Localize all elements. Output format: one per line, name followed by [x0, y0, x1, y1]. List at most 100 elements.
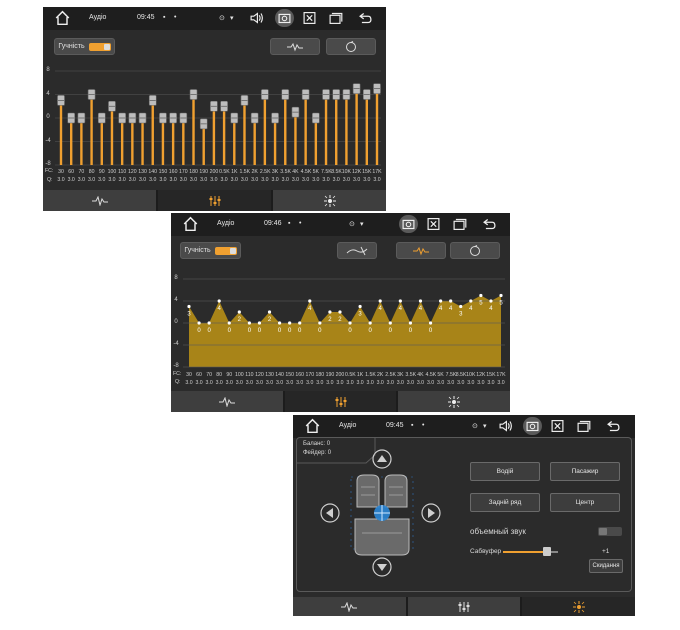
- eq-area-chart[interactable]: 30 04020 020 0 0402 20304040404 434545: [171, 273, 510, 373]
- preset-curve-button[interactable]: [270, 38, 320, 55]
- eq-curve-screen: Аудіо 09:46 ▪ • ⊙ ▾ Гучність 30040200200…: [171, 213, 510, 412]
- bottom-tabs: [171, 391, 510, 412]
- eq-curve-point: [197, 321, 201, 325]
- tab-equalizer-sliders[interactable]: [158, 190, 271, 211]
- eq-band-bar: [161, 118, 165, 165]
- eq-curve-point: [267, 310, 272, 314]
- eq-band-bar: [131, 118, 134, 165]
- eq-curve-point: [459, 304, 463, 309]
- back-icon[interactable]: [480, 215, 499, 233]
- band-frequency-label: 5K: [312, 169, 319, 175]
- volume-icon[interactable]: [247, 9, 266, 27]
- band-frequency-label: 30: [58, 169, 64, 175]
- eq-band-bar: [110, 106, 114, 165]
- close-app-icon[interactable]: [300, 9, 319, 27]
- reset-eq-button[interactable]: [326, 38, 376, 55]
- wifi-icon: ▾: [230, 15, 234, 22]
- band-frequency-label: 2K: [377, 372, 384, 378]
- subwoofer-handle[interactable]: [543, 547, 551, 556]
- tab-equalizer-curve[interactable]: [171, 391, 283, 412]
- band-q-label: 3.0: [426, 380, 435, 386]
- band-q-label: 3.0: [356, 380, 364, 386]
- surround-toggle[interactable]: [598, 527, 622, 536]
- band-frequency-label: 130: [138, 169, 147, 175]
- recent-apps-icon[interactable]: [574, 417, 593, 435]
- rear-row-button[interactable]: Задній ряд: [470, 493, 540, 512]
- band-frequency-label: 3.5K: [405, 372, 417, 378]
- home-icon[interactable]: [303, 417, 322, 435]
- band-frequency-label: 15K: [486, 372, 496, 378]
- band-q-label: 3.0: [322, 177, 330, 183]
- loudness-toggle[interactable]: Гучність: [180, 242, 241, 259]
- band-q-label: 3.0: [346, 380, 354, 386]
- waveform-icon: [341, 601, 358, 612]
- eq-curve-point: [479, 293, 483, 298]
- tab-balance[interactable]: [398, 391, 510, 412]
- eq-band-bar: [273, 118, 277, 165]
- tab-equalizer-sliders[interactable]: [284, 391, 397, 412]
- band-q-label: 3.0: [363, 177, 371, 183]
- preset-curve-button[interactable]: [396, 242, 446, 259]
- eq-band-bar: [335, 94, 338, 165]
- band-frequency-label: 4.5K: [300, 169, 312, 175]
- band-frequency-label: 8.5K: [331, 169, 342, 175]
- eq-band-bar: [284, 94, 287, 165]
- curve-mode-button[interactable]: [337, 242, 377, 259]
- close-app-icon[interactable]: [424, 215, 443, 233]
- eq-band-bar: [294, 112, 297, 165]
- dot-icon: •: [422, 422, 425, 429]
- y-tick-label: 8: [46, 67, 50, 73]
- band-q-label: 3.0: [169, 177, 177, 183]
- eq-band-bar: [233, 118, 236, 165]
- seat-balance-control[interactable]: [317, 445, 457, 580]
- tab-equalizer-curve[interactable]: [43, 190, 156, 211]
- volume-icon[interactable]: [496, 417, 515, 435]
- wifi-icon: ▾: [483, 423, 487, 430]
- band-q-label: 3.0: [353, 177, 361, 183]
- screenshot-icon[interactable]: [399, 215, 418, 233]
- band-q-label: 3.0: [342, 177, 351, 183]
- eq-bar-chart[interactable]: [43, 63, 386, 175]
- band-q-label: 3.0: [138, 177, 147, 183]
- band-frequency-label: 150: [285, 372, 294, 378]
- y-tick-label: 0: [46, 114, 50, 120]
- recent-apps-icon[interactable]: [450, 215, 469, 233]
- center-button[interactable]: Центр: [550, 493, 620, 512]
- y-tick-label: -4: [45, 137, 51, 144]
- band-frequency-label: 4K: [417, 372, 424, 378]
- screenshot-icon[interactable]: [275, 9, 294, 27]
- loudness-switch[interactable]: [214, 246, 237, 255]
- back-icon[interactable]: [604, 417, 623, 435]
- tab-equalizer-sliders[interactable]: [407, 597, 521, 616]
- eq-curve-point: [378, 299, 382, 303]
- tab-balance[interactable]: [273, 190, 386, 211]
- y-tick-label: 4: [174, 297, 178, 303]
- band-frequency-label: 1K: [356, 372, 364, 378]
- band-frequency-label: 7.5K: [445, 372, 457, 378]
- tab-equalizer-curve[interactable]: [293, 597, 406, 616]
- band-frequency-label: 3K: [397, 372, 404, 378]
- recent-apps-icon[interactable]: [326, 9, 345, 27]
- band-q-label: 3.0: [373, 177, 381, 183]
- close-app-icon[interactable]: [548, 417, 567, 435]
- reset-eq-button[interactable]: [450, 242, 500, 259]
- band-q-label: 3.0: [195, 380, 203, 386]
- loudness-toggle[interactable]: Гучність: [54, 38, 115, 55]
- screenshot-icon[interactable]: [523, 417, 542, 435]
- band-frequency-label: 170: [178, 169, 188, 175]
- reset-button[interactable]: Скидання: [589, 559, 623, 573]
- dot-icon: •: [174, 14, 177, 21]
- loudness-switch[interactable]: [88, 42, 111, 51]
- home-icon[interactable]: [181, 215, 200, 233]
- eq-curve-point: [368, 321, 372, 325]
- back-icon[interactable]: [356, 9, 375, 27]
- driver-button[interactable]: Водій: [470, 462, 540, 481]
- tab-balance[interactable]: [522, 597, 635, 616]
- band-frequency-label: 1K: [231, 169, 238, 175]
- passenger-button[interactable]: Пасажир: [550, 462, 620, 481]
- location-icon: ⊙: [349, 221, 355, 228]
- q-label: Q:: [175, 379, 181, 385]
- eq-band-bar: [151, 100, 154, 165]
- home-icon[interactable]: [53, 9, 72, 27]
- media-icon: ▪: [411, 422, 414, 429]
